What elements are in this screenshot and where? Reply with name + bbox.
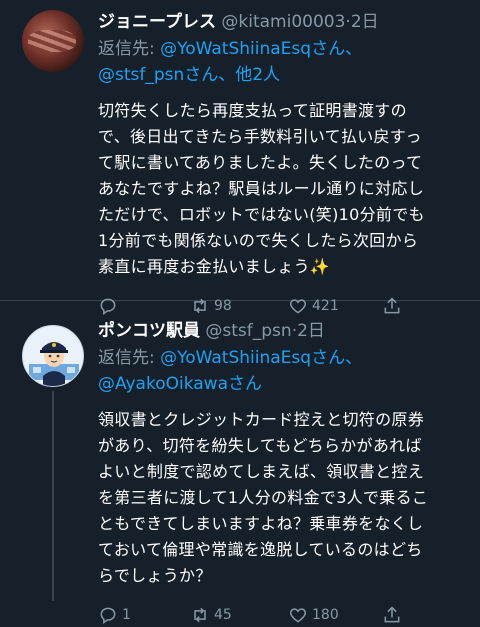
timestamp[interactable]: 2日 xyxy=(297,321,325,341)
tweet-header: ポンコツ駅員 @stsf_psn·2日 xyxy=(98,319,466,343)
share-button[interactable] xyxy=(382,605,402,625)
tweet-text-line: て駅に書いてありましたよ。失くしたのって xyxy=(98,153,423,172)
tweet-text-line: あなたですよね？駅員はルール通りに対応し xyxy=(98,179,425,198)
avatar[interactable] xyxy=(22,10,84,72)
tweet-text-line: ともできてしまいますよね？乗車券をなくし xyxy=(98,514,424,533)
mention-link[interactable]: @AyakoOikawa xyxy=(98,374,228,394)
display-name[interactable]: ジョニープレス xyxy=(98,12,216,32)
mention-link[interactable]: @stsf_psn xyxy=(98,65,184,85)
tweet-text-line: らでしょうか？ xyxy=(98,566,212,585)
tweet-header: ジョニープレス @kitami00003·2日 xyxy=(98,10,466,34)
mention-suffix: さん xyxy=(227,374,262,394)
like-button[interactable]: 180 xyxy=(288,605,382,625)
tweet-text: 領収書とクレジットカード控えと切符の原券 があり、切符を紛失してもどちらかがあれ… xyxy=(98,407,466,589)
tweet-text-line: 素直に再度お金払いましょう✨ xyxy=(98,257,331,276)
reply-others-link[interactable]: 他2人 xyxy=(235,65,280,85)
mention-suffix: さん、 xyxy=(184,65,236,85)
handle[interactable]: @stsf_psn xyxy=(205,321,291,341)
tweet-text-line: 領収書とクレジットカード控えと切符の原券 xyxy=(98,410,425,429)
station-staff-avatar-icon xyxy=(29,342,79,386)
tweet-text-line: 切符失くしたら再度支払って証明書渡すの xyxy=(98,101,407,120)
tweet-text-line: ただけで、ロボットではない(笑)10分前でも xyxy=(98,205,425,224)
tweet-text-line: よいと制度で認めてしまえば、領収書と控え xyxy=(98,462,425,481)
thread-line xyxy=(52,391,54,601)
reply-to: 返信先: @YoWatShiinaEsqさん、 @AyakoOikawaさん xyxy=(98,345,466,397)
heart-icon xyxy=(289,608,307,623)
retweet-button[interactable]: 45 xyxy=(190,605,288,625)
mention-link[interactable]: @YoWatShiinaEsq xyxy=(160,348,311,368)
tweet-text: 切符失くしたら再度支払って証明書渡すの で、後日出てきたら手数料引いて払い戻すっ… xyxy=(98,98,466,280)
display-name[interactable]: ポンコツ駅員 xyxy=(98,321,200,341)
mention-link[interactable]: @YoWatShiinaEsq xyxy=(160,39,311,59)
reply-icon xyxy=(100,607,116,624)
timestamp[interactable]: 2日 xyxy=(351,12,379,32)
handle[interactable]: @kitami00003 xyxy=(221,12,345,32)
tweet[interactable]: ジョニープレス @kitami00003·2日 返信先: @YoWatShiin… xyxy=(0,0,480,315)
tweet[interactable]: ポンコツ駅員 @stsf_psn·2日 返信先: @YoWatShiinaEsq… xyxy=(0,301,480,624)
tweet-text-line: 1分前でも関係ないので失くしたら次回から xyxy=(98,231,419,250)
mention-suffix: さん、 xyxy=(311,348,363,368)
avatar[interactable] xyxy=(22,325,84,387)
retweet-icon xyxy=(194,607,206,623)
reply-to: 返信先: @YoWatShiinaEsqさん、 @stsf_psnさん、他2人 xyxy=(98,36,466,88)
tweet-text-line: で、後日出てきたら手数料引いて払い戻すっ xyxy=(98,127,422,146)
reply-button[interactable]: 1 xyxy=(98,605,190,625)
reply-prefix: 返信先: xyxy=(98,348,161,368)
mention-suffix: さん、 xyxy=(311,39,363,59)
reply-prefix: 返信先: xyxy=(98,39,161,59)
tweet-text-line: を第三者に渡して1人分の料金で3人で乗るこ xyxy=(98,488,429,507)
tweet-text-line: があり、切符を紛失してもどちらかがあれば xyxy=(98,436,422,455)
share-icon xyxy=(384,606,400,623)
tweet-actions: 1 45 180 xyxy=(98,603,466,627)
tweet-text-line: ておいて倫理や常識を逸脱しているのはどち xyxy=(98,540,423,559)
